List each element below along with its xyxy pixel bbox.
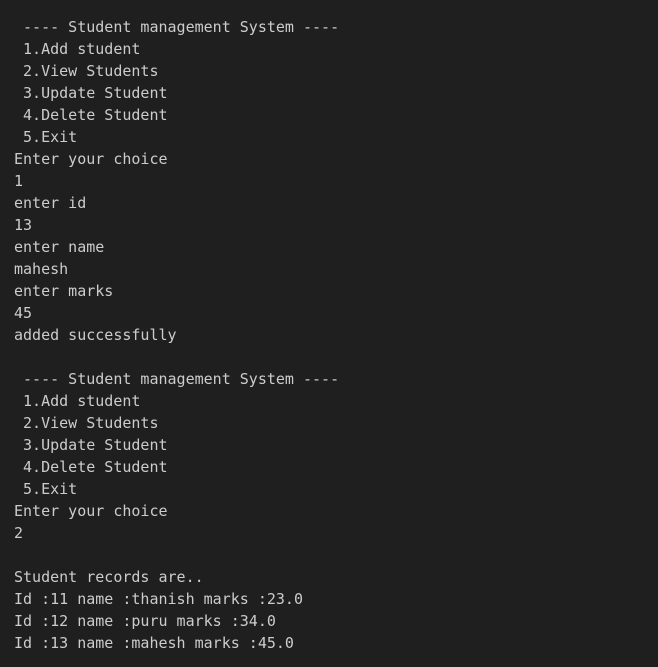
record-row: Id :12 name :puru marks :34.0 [14,612,276,630]
records-header: Student records are.. [14,568,204,586]
menu-option-exit: 5.Exit [14,128,78,146]
menu-option-update: 3.Update Student [14,436,168,454]
menu-option-add: 1.Add student [14,392,141,410]
user-input-choice: 2 [14,524,24,542]
menu-option-add: 1.Add student [14,40,141,58]
record-row: Id :11 name :thanish marks :23.0 [14,590,303,608]
menu-option-view: 2.View Students [14,414,159,432]
user-input-name: mahesh [14,260,69,278]
menu-option-exit: 5.Exit [14,480,78,498]
user-input-choice: 1 [14,172,24,190]
menu-option-delete: 4.Delete Student [14,106,168,124]
user-input-marks: 45 [14,304,33,322]
menu-header: ---- Student management System ---- [14,370,340,388]
choice-prompt: Enter your choice [14,150,168,168]
marks-prompt: enter marks [14,282,114,300]
record-row: Id :13 name :mahesh marks :45.0 [14,634,294,652]
id-prompt: enter id [14,194,87,212]
user-input-id: 13 [14,216,33,234]
choice-prompt: Enter your choice [14,502,168,520]
menu-header: ---- Student management System ---- [14,18,340,36]
status-message: added successfully [14,326,177,344]
menu-option-delete: 4.Delete Student [14,458,168,476]
name-prompt: enter name [14,238,105,256]
menu-option-view: 2.View Students [14,62,159,80]
menu-option-update: 3.Update Student [14,84,168,102]
terminal-output[interactable]: ---- Student management System ---- 1.Ad… [0,0,658,667]
